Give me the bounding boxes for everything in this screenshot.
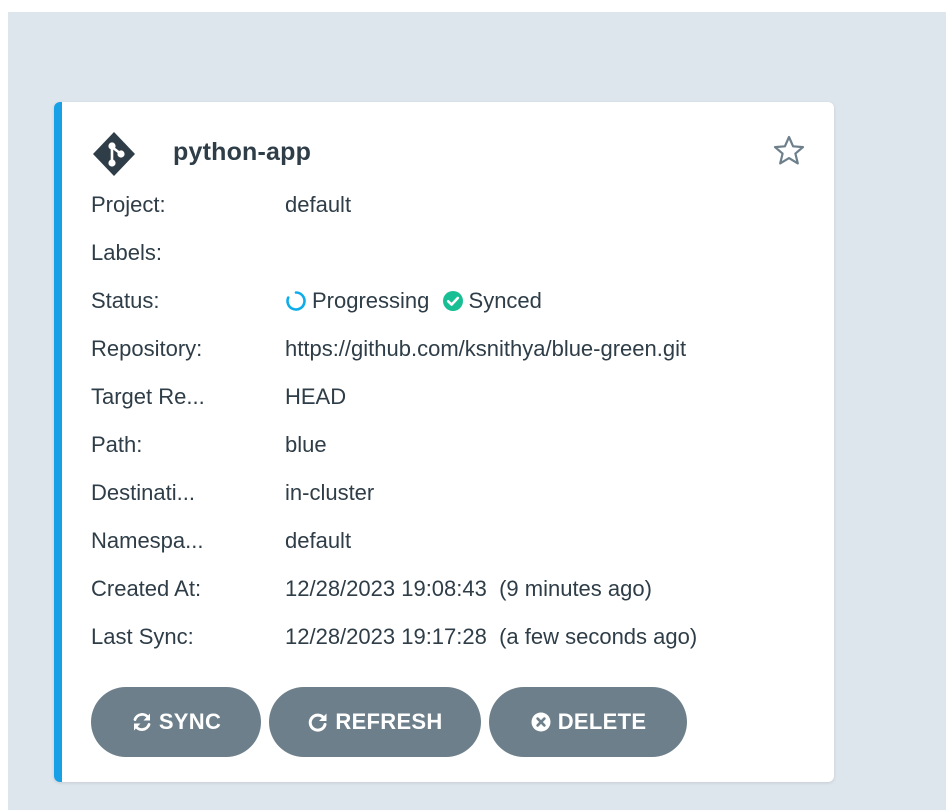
favorite-star-icon[interactable] <box>772 134 806 168</box>
delete-button-label: DELETE <box>557 709 647 734</box>
repository-label: Repository: <box>91 336 203 361</box>
health-status-text: Progressing <box>312 288 430 313</box>
path-label: Path: <box>91 432 143 457</box>
destination-label: Destinati... <box>91 480 195 505</box>
target-revision-label: Target Re... <box>91 384 205 409</box>
namespace-label: Namespa... <box>91 528 204 553</box>
applications-canvas: python-app Project: default Labels: Stat… <box>8 12 946 810</box>
last-sync-row: Last Sync: 12/28/2023 19:17:28 (a few se… <box>91 614 814 662</box>
last-sync-label: Last Sync: <box>91 624 194 649</box>
application-tile[interactable]: python-app Project: default Labels: Stat… <box>54 102 834 782</box>
target-revision-value: HEAD <box>285 384 347 409</box>
created-at-row: Created At: 12/28/2023 19:08:43 (9 minut… <box>91 566 814 614</box>
redo-icon <box>309 713 327 732</box>
check-circle-icon <box>442 291 463 311</box>
health-accent-bar <box>54 102 62 782</box>
namespace-row: Namespa... default <box>91 518 814 566</box>
tile-details: Project: default Labels: Status: Progres… <box>91 182 814 662</box>
git-diamond-icon <box>93 132 135 176</box>
status-row: Status: Progressing Synced <box>91 278 814 326</box>
destination-row: Destinati... in-cluster <box>91 470 814 518</box>
repository-value: https://github.com/ksnithya/blue-green.g… <box>285 336 687 361</box>
app-name[interactable]: python-app <box>173 138 311 167</box>
sync-button[interactable]: SYNC <box>91 687 261 757</box>
created-at-value: 12/28/2023 19:08:43 (9 minutes ago) <box>285 576 652 601</box>
tile-header: python-app <box>91 130 806 178</box>
sync-arrows-icon <box>133 713 151 731</box>
created-at-label: Created At: <box>91 576 202 601</box>
progressing-spinner-icon <box>286 291 306 311</box>
labels-label: Labels: <box>91 240 162 265</box>
status-value: Progressing Synced <box>285 288 548 318</box>
destination-value: in-cluster <box>285 480 375 505</box>
sync-button-label: SYNC <box>158 709 222 734</box>
project-value: default <box>285 192 352 217</box>
refresh-button-label: REFRESH <box>335 709 443 734</box>
project-row: Project: default <box>91 182 814 230</box>
refresh-button[interactable]: REFRESH <box>269 687 481 757</box>
last-sync-value: 12/28/2023 19:17:28 (a few seconds ago) <box>285 624 698 649</box>
project-label: Project: <box>91 192 166 217</box>
target-revision-row: Target Re... HEAD <box>91 374 814 422</box>
status-label: Status: <box>91 288 160 313</box>
labels-row: Labels: <box>91 230 814 278</box>
namespace-value: default <box>285 528 352 553</box>
delete-button[interactable]: DELETE <box>489 687 687 757</box>
repository-row: Repository: https://github.com/ksnithya/… <box>91 326 814 374</box>
path-value: blue <box>285 432 327 457</box>
path-row: Path: blue <box>91 422 814 470</box>
sync-status-text: Synced <box>468 288 542 313</box>
health-status: Progressing <box>285 288 429 314</box>
times-circle-icon <box>531 712 551 732</box>
sync-status: Synced <box>442 288 542 314</box>
